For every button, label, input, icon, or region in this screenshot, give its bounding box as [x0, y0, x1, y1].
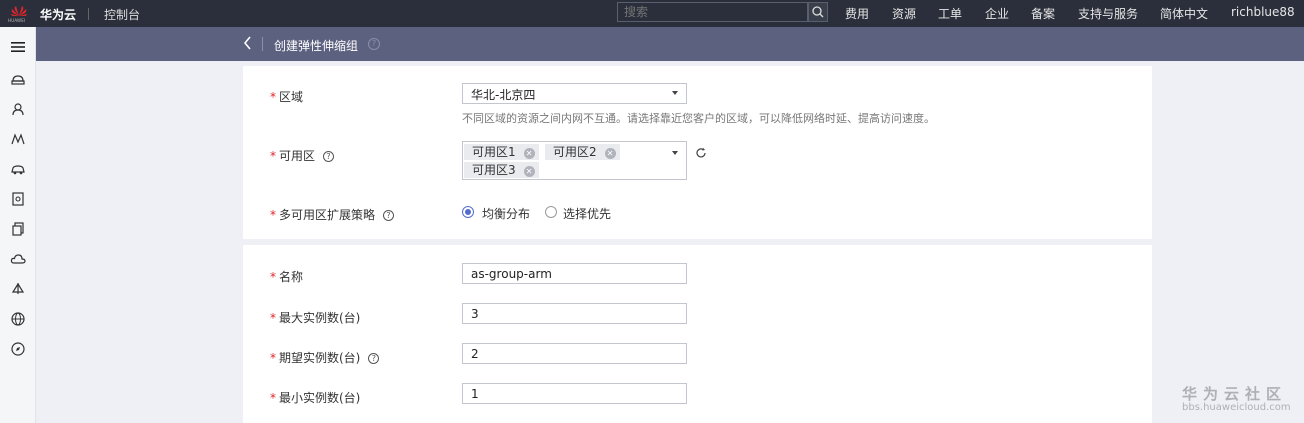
- required-mark: *: [270, 90, 276, 104]
- required-mark: *: [270, 311, 276, 325]
- min-label: * 最小实例数(台): [270, 389, 360, 406]
- az-multiselect[interactable]: 可用区1 ✕ 可用区2 ✕ 可用区3 ✕: [462, 141, 687, 180]
- az-label: * 可用区?: [270, 147, 335, 164]
- question-icon[interactable]: ?: [368, 353, 380, 364]
- caret-down-icon: [672, 91, 678, 95]
- cloud-host-icon[interactable]: [10, 71, 26, 87]
- document-icon[interactable]: [10, 191, 26, 207]
- nav-tickets[interactable]: 工单: [938, 5, 962, 22]
- sail-icon[interactable]: [10, 281, 26, 297]
- az-tag-label: 可用区3: [472, 163, 516, 177]
- nav-language[interactable]: 简体中文: [1160, 5, 1208, 22]
- name-input[interactable]: [462, 263, 687, 284]
- nav-resources[interactable]: 资源: [892, 5, 916, 22]
- sidebar: [0, 27, 36, 423]
- az-tag-label: 可用区1: [472, 145, 516, 159]
- radio-priority[interactable]: [545, 206, 557, 218]
- divider: [88, 8, 89, 20]
- search-button[interactable]: [808, 2, 828, 22]
- search-icon: [812, 6, 824, 18]
- question-icon[interactable]: ?: [383, 210, 395, 221]
- header-divider: [262, 37, 263, 51]
- required-mark: *: [270, 208, 276, 222]
- logo-text: HUAWEI: [8, 18, 26, 23]
- desired-instances-input[interactable]: [462, 343, 687, 364]
- min-label-text: 最小实例数(台): [279, 391, 361, 405]
- min-instances-input[interactable]: [462, 383, 687, 404]
- network-icon[interactable]: [10, 131, 26, 147]
- az-label-text: 可用区: [279, 149, 316, 163]
- globe-icon[interactable]: [10, 311, 26, 327]
- brand-name[interactable]: 华为云: [40, 6, 76, 23]
- az-tag: 可用区2 ✕: [545, 144, 620, 160]
- nav-filing[interactable]: 备案: [1031, 5, 1055, 22]
- max-label-text: 最大实例数(台): [279, 311, 361, 325]
- max-label: * 最大实例数(台): [270, 309, 360, 326]
- region-label-text: 区域: [279, 90, 304, 104]
- required-mark: *: [270, 351, 276, 365]
- name-label: * 名称: [270, 268, 303, 285]
- question-icon[interactable]: ?: [323, 151, 335, 162]
- search-input[interactable]: [617, 2, 808, 22]
- copy-icon[interactable]: [10, 221, 26, 237]
- az-tag: 可用区1 ✕: [464, 144, 539, 160]
- desired-label: * 期望实例数(台)?: [270, 349, 380, 366]
- required-mark: *: [270, 149, 276, 163]
- desired-label-text: 期望实例数(台): [279, 351, 361, 365]
- radio-priority-label[interactable]: 选择优先: [563, 205, 611, 222]
- az-tag-label: 可用区2: [553, 145, 597, 159]
- watermark-url: bbs.huaweicloud.com: [1182, 402, 1291, 413]
- page-header: [36, 27, 1304, 61]
- region-select-value: 华北-北京四: [471, 88, 536, 102]
- back-arrow-icon[interactable]: [242, 34, 254, 52]
- az-tag: 可用区3 ✕: [464, 162, 539, 178]
- users-icon[interactable]: [10, 101, 26, 117]
- nav-enterprise[interactable]: 企业: [985, 5, 1009, 22]
- region-label: * 区域: [270, 88, 303, 105]
- strategy-label: * 多可用区扩展策略?: [270, 206, 395, 223]
- nav-billing[interactable]: 费用: [845, 5, 869, 22]
- max-instances-input[interactable]: [462, 303, 687, 324]
- required-mark: *: [270, 270, 276, 284]
- refresh-icon[interactable]: [695, 147, 707, 159]
- watermark-title: 华为云社区: [1182, 385, 1288, 403]
- help-icon[interactable]: ?: [368, 38, 380, 50]
- car-icon[interactable]: [10, 161, 26, 177]
- menu-icon[interactable]: [10, 39, 26, 55]
- region-select[interactable]: 华北-北京四: [462, 83, 687, 104]
- remove-tag-icon[interactable]: ✕: [523, 166, 535, 177]
- caret-down-icon: [672, 151, 678, 155]
- region-hint: 不同区域的资源之间内网不互通。请选择靠近您客户的区域，可以降低网络时延、提高访问…: [462, 112, 935, 125]
- radio-balanced-label[interactable]: 均衡分布: [482, 205, 530, 222]
- radio-balanced[interactable]: [462, 206, 474, 218]
- cloud-icon[interactable]: [10, 251, 26, 267]
- strategy-label-text: 多可用区扩展策略: [279, 208, 376, 222]
- nav-support[interactable]: 支持与服务: [1078, 5, 1138, 22]
- compass-icon[interactable]: [10, 341, 26, 357]
- nav-user[interactable]: richblue88: [1231, 5, 1295, 19]
- page-title: 创建弹性伸缩组: [274, 39, 359, 53]
- top-bar: HUAWEI 华为云 控制台 费用 资源 工单 企业 备案 支持与服务 简体中文…: [0, 0, 1304, 27]
- name-label-text: 名称: [279, 270, 304, 284]
- required-mark: *: [270, 391, 276, 405]
- remove-tag-icon[interactable]: ✕: [604, 148, 616, 159]
- console-link[interactable]: 控制台: [104, 6, 140, 23]
- group-config-card: [243, 245, 1152, 423]
- remove-tag-icon[interactable]: ✕: [523, 148, 535, 159]
